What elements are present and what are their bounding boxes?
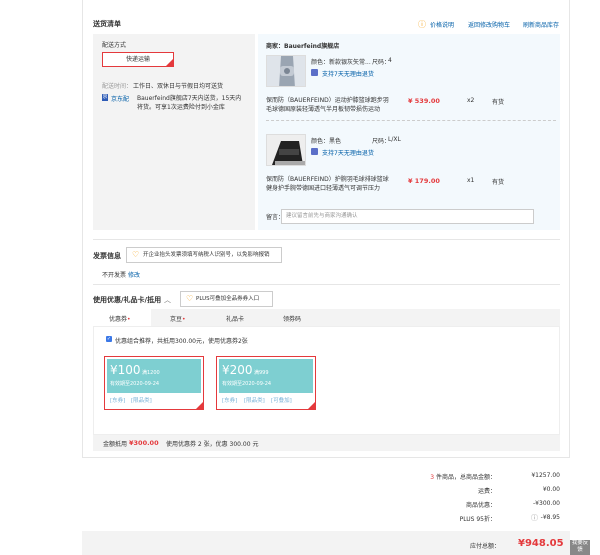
- item-divider: [266, 120, 556, 121]
- tab-coupon-code[interactable]: 领券码: [283, 314, 301, 323]
- return-policy: 支持7天无理由退货: [322, 71, 374, 78]
- message-input[interactable]: 建议留言前先与商家沟通确认: [281, 209, 534, 224]
- plus-tip[interactable]: PLUS可叠加全品券券入口: [180, 291, 273, 307]
- invoice-title: 发票信息: [93, 252, 121, 260]
- product-size-value: L/XL: [388, 136, 401, 143]
- summary-shipping-label: 运费：: [477, 488, 496, 495]
- product-color: 颜色：黑色: [311, 138, 342, 145]
- lightbulb-icon: ♡: [132, 250, 140, 259]
- lightbulb-icon: ♡: [186, 294, 194, 303]
- product-size-value: 4: [388, 57, 392, 64]
- delivery-method-label: 配送方式: [102, 42, 127, 49]
- product-name[interactable]: 保而防（BAUERFEIND）运动护膝篮球跑步羽毛球德国原装轻薄透气半月板韧带损…: [266, 96, 394, 114]
- selected-corner-icon: [308, 402, 315, 409]
- product-image[interactable]: [266, 134, 306, 166]
- return-icon: [311, 148, 318, 155]
- tab-gift-card[interactable]: 礼品卡: [226, 314, 244, 323]
- section-divider: [93, 239, 560, 240]
- tab-jd-beans[interactable]: 京豆•: [170, 314, 186, 323]
- return-icon: [311, 69, 318, 76]
- coupon-amount: ¥100: [110, 363, 141, 377]
- jd-delivery-tag: 京东配: [111, 96, 130, 103]
- section-title: 送货清单: [93, 20, 121, 28]
- product-color: 颜色：新款银灰矢常...: [311, 59, 371, 66]
- feedback-button[interactable]: 我要反馈: [570, 540, 590, 555]
- discount-note: 使用优惠券 2 张，优惠 300.00 元: [166, 441, 259, 448]
- product-name[interactable]: 保而防（BAUERFEIND）护腕羽毛球排球篮球健身护手腕带德国进口轻薄透气可调…: [266, 175, 394, 193]
- discount-amount: ¥300.00: [129, 439, 159, 447]
- coupon-tag: [可叠加]: [271, 398, 292, 404]
- coupon-tag: [限品类]: [244, 398, 265, 404]
- product-image[interactable]: [266, 55, 306, 87]
- summary-discount-value: -¥300.00: [533, 500, 560, 507]
- coupon-tag: [限品类]: [131, 398, 152, 404]
- back-to-cart-link[interactable]: 返回修改购物车: [468, 20, 510, 29]
- return-policy: 支持7天无理由退货: [322, 150, 374, 157]
- summary-discount-label: 商品优惠：: [465, 502, 496, 509]
- coupon-tag: [东券]: [222, 398, 238, 404]
- delivery-time-value: 工作日、双休日与节假日均可送货: [133, 83, 224, 90]
- recommend-checkbox[interactable]: ✓: [106, 336, 112, 342]
- jd-delivery-icon: 京: [102, 94, 108, 101]
- summary-plus-label: PLUS 95折：: [459, 516, 496, 523]
- summary-plus-value: -¥8.95: [540, 514, 560, 521]
- grand-total-label: 应付总额：: [470, 543, 501, 550]
- delivery-time-label: 配送时间：: [102, 83, 133, 90]
- invoice-state: 不开发票: [102, 272, 127, 279]
- invoice-tip: 开企业抬头发票须填写纳税人识别号，以免影响报销: [126, 247, 282, 263]
- refresh-stock-link[interactable]: 刷新商品库存: [523, 20, 559, 29]
- coupon-expire: 有效期至2020-09-24: [222, 381, 272, 387]
- summary-count: 3 件商品，总商品金额：: [430, 474, 496, 481]
- summary-total-value: ¥1257.00: [531, 472, 560, 479]
- coupon-footer: [93, 435, 560, 451]
- product-price: ¥ 539.00: [408, 97, 440, 105]
- invoice-edit-link[interactable]: 修改: [128, 270, 140, 279]
- coupon-amount: ¥200: [222, 363, 253, 377]
- tab-coupon[interactable]: 优惠券•: [109, 314, 131, 323]
- coupon-section-title[interactable]: 使用优惠/礼品卡/抵用: [93, 295, 161, 305]
- product-price: ¥ 179.00: [408, 177, 440, 185]
- shop-name: 商家：Bauerfeind旗舰店: [266, 43, 340, 50]
- question-icon: ⓘ: [418, 20, 426, 29]
- coupon-expire: 有效期至2020-09-24: [110, 381, 160, 387]
- product-stock: 有货: [492, 179, 505, 186]
- grand-total-amount: ¥948.05: [518, 538, 564, 549]
- express-delivery-button[interactable]: 快递运输: [102, 52, 174, 67]
- chevron-up-icon[interactable]: ︿: [164, 295, 171, 305]
- discount-label: 金额抵用: [103, 441, 128, 448]
- coupon-condition: 满999: [254, 370, 269, 376]
- summary-shipping-value: ¥0.00: [542, 486, 560, 493]
- selected-corner-icon: [166, 59, 173, 66]
- product-qty: x1: [467, 177, 475, 184]
- section-divider: [93, 284, 560, 285]
- selected-corner-icon: [196, 402, 203, 409]
- coupon-tag: [东券]: [110, 398, 126, 404]
- recommend-checkbox-label: 优惠组合推荐，共抵用300.00元，使用优惠券2张: [115, 338, 248, 345]
- product-qty: x2: [467, 97, 475, 104]
- coupon-condition: 满1200: [142, 370, 160, 376]
- price-explain-link[interactable]: 价格说明: [430, 20, 454, 29]
- coupon-tabbar: [93, 309, 560, 326]
- delivery-note: Bauerfeind旗舰店7天内送货，15天内将货。可享1次运费险付到小金库: [137, 95, 242, 111]
- product-stock: 有货: [492, 99, 505, 106]
